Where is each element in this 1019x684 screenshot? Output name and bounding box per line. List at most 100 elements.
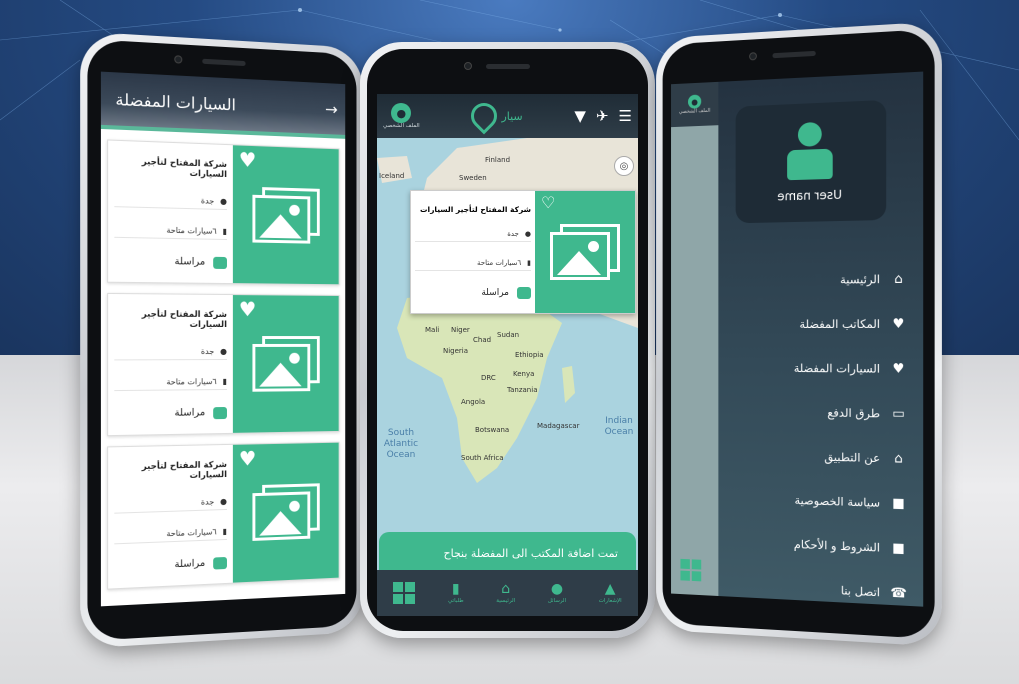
drawer-screen: ● الملف الشخصي User name الرئيسية ⌂ المكا… (671, 72, 923, 607)
location-pin-icon: ● (525, 230, 531, 238)
chat-icon: ● (551, 582, 563, 596)
map-label-angola: Angola (461, 398, 485, 406)
image-placeholder-icon (550, 224, 620, 280)
heart-icon[interactable]: ♥ (239, 299, 257, 319)
nav-label: الرسائل (548, 598, 566, 604)
map-label-south-africa: South Africa (461, 454, 504, 462)
menu-item-favorite-offices[interactable]: المكاتب المفضلة ♥ (728, 301, 907, 346)
city: جدة (507, 230, 519, 238)
grid-icon (393, 582, 415, 604)
menu-item-privacy[interactable]: سياسة الخصوصية ■ (728, 476, 907, 526)
map-label-kenya: Kenya (513, 370, 534, 378)
orders-icon: ▮ (452, 582, 460, 596)
office-card[interactable]: شركة المفتاح لتأجير السيارات ● جدة ▮ ٦سيار… (107, 293, 339, 436)
arrow-right-icon[interactable]: → (325, 99, 338, 118)
lock-icon: ■ (890, 540, 906, 556)
heart-icon[interactable]: ♥ (239, 149, 257, 170)
map-label-indian-ocean: Indian Ocean (601, 416, 637, 438)
car-icon: ▮ (223, 226, 227, 235)
heart-icon: ♥ (890, 361, 906, 376)
username: User name (778, 188, 843, 204)
profile-label: الملف الشخصي (679, 108, 711, 115)
locate-icon[interactable]: ◎ (614, 156, 634, 176)
chat-icon[interactable] (213, 556, 227, 569)
nav-item-grid[interactable] (393, 582, 415, 604)
home-icon: ⌂ (890, 451, 906, 467)
location-pin-icon: ● (220, 346, 227, 355)
image-placeholder-icon (252, 483, 319, 541)
nav-item-orders[interactable]: ▮ طلباتي (448, 582, 464, 604)
nav-item-messages[interactable]: ● الرسائل (548, 582, 566, 604)
bottom-nav: ▮ طلباتي ⌂ الرئيسية ● الرسائل ▲ الإشعارا… (377, 570, 638, 616)
message-button[interactable]: مراسلة (175, 256, 206, 268)
office-image: ♥ (233, 145, 339, 284)
office-card[interactable]: شركة المفتاح لتأجير السيارات ● جدة ▮ ٦سيار… (107, 139, 339, 285)
nav-item-notifications[interactable]: ▲ الإشعارات (599, 582, 622, 604)
map-label-ethiopia: Ethiopia (515, 351, 544, 359)
company-name: شركة المفتاح لتأجير السيارات (114, 459, 227, 482)
payment-icon: ▭ (890, 406, 906, 422)
map-screen: ● الملف الشخصي سيار ▼ ✈ ☰ Finland Sweden… (377, 94, 638, 616)
menu-label: عن التطبيق (824, 450, 880, 465)
menu-label: طرق الدفع (827, 405, 880, 420)
office-image: ♥ (233, 295, 339, 433)
office-image: ♥ (233, 443, 339, 583)
map-label-botswana: Botswana (475, 426, 509, 434)
phone-center: ● الملف الشخصي سيار ▼ ✈ ☰ Finland Sweden… (360, 42, 655, 638)
nav-item-home[interactable]: ⌂ الرئيسية (496, 582, 515, 604)
chat-icon[interactable] (213, 256, 227, 268)
car-icon: ▮ (223, 376, 227, 385)
menu-item-home[interactable]: الرئيسية ⌂ (728, 256, 907, 302)
camera (174, 55, 182, 64)
user-icon: ● (688, 94, 701, 108)
menu-label: الشروط و الأحكام (794, 537, 880, 555)
profile-card[interactable]: User name (736, 100, 887, 223)
app-logo: سيار (471, 103, 522, 129)
nav-label: الإشعارات (599, 598, 622, 604)
cars-available: ٦سيارات متاحة (166, 527, 216, 538)
car-icon: ▮ (223, 526, 227, 535)
drawer-menu: الرئيسية ⌂ المكاتب المفضلة ♥ السيارات المف… (728, 256, 907, 606)
profile-button[interactable]: ● الملف الشخصي (383, 103, 420, 129)
map-label-finland: Finland (485, 156, 510, 164)
nav-label: طلباتي (448, 598, 464, 604)
office-popup-card[interactable]: شركة المفتاح لتأجير السيارات ● جدة ▮ ٦سيار… (410, 190, 636, 314)
speaker (486, 64, 530, 69)
menu-item-favorite-cars[interactable]: السيارات المفضلة ♥ (728, 346, 907, 391)
office-image: ♡ (535, 191, 635, 313)
message-button[interactable]: مراسلة (481, 288, 509, 298)
lock-icon: ■ (890, 495, 906, 511)
map-label-sweden: Sweden (459, 174, 487, 182)
company-name: شركة المفتاح لتأجير السيارات (114, 309, 227, 330)
map-background: ● الملف الشخصي (671, 82, 718, 596)
phone-right: ● الملف الشخصي User name الرئيسية ⌂ المكا… (656, 21, 942, 646)
city: جدة (201, 196, 214, 205)
favorites-screen: السيارات المفضلة → شركة المفتاح لتأجير ا… (101, 72, 345, 607)
chat-icon[interactable] (517, 287, 531, 299)
profile-label: الملف الشخصي (383, 123, 420, 129)
message-button[interactable]: مراسلة (175, 407, 206, 419)
cars-available: ٦سيارات متاحة (166, 377, 216, 386)
airplane-icon[interactable]: ✈ (596, 107, 609, 125)
heart-icon[interactable]: ♥ (239, 448, 257, 468)
menu-label: المكاتب المفضلة (799, 317, 880, 331)
menu-icon[interactable]: ☰ (619, 107, 632, 125)
heart-outline-icon[interactable]: ♡ (541, 195, 555, 211)
cars-available: ٦سيارات متاحة (166, 225, 216, 235)
chat-icon[interactable] (213, 406, 227, 418)
car-icon: ▮ (527, 259, 531, 267)
cars-available: ٦سيارات متاحة (477, 259, 521, 267)
logo-text: سيار (501, 110, 522, 123)
menu-label: اتصل بنا (841, 583, 880, 599)
phone-icon: ☎ (890, 585, 906, 601)
menu-item-about[interactable]: عن التطبيق ⌂ (728, 433, 907, 481)
side-drawer: User name الرئيسية ⌂ المكاتب المفضلة ♥ الس… (718, 72, 923, 607)
menu-item-payment-methods[interactable]: طرق الدفع ▭ (728, 389, 907, 436)
message-button[interactable]: مراسلة (175, 558, 206, 570)
office-card[interactable]: شركة المفتاح لتأجير السيارات ● جدة ▮ ٦سيار… (107, 442, 339, 590)
world-map[interactable]: Finland Sweden Iceland Mali Niger Chad S… (377, 138, 638, 533)
home-icon: ⌂ (890, 271, 906, 286)
company-name: شركة المفتاح لتأجير السيارات (114, 156, 227, 180)
grid-icon[interactable] (680, 559, 701, 582)
filter-icon[interactable]: ▼ (574, 107, 586, 125)
